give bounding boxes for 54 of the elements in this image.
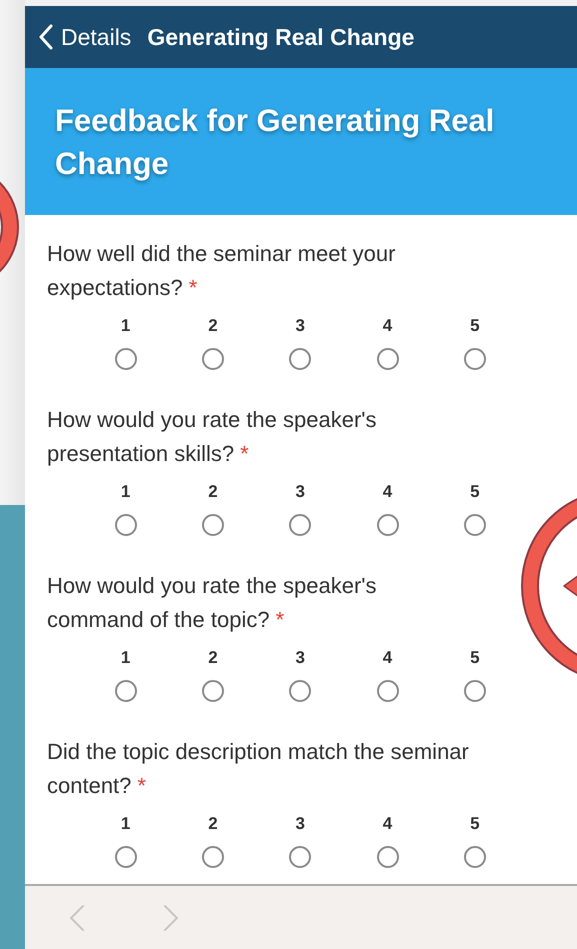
required-marker: * — [240, 441, 249, 466]
scale-label: 4 — [382, 316, 392, 336]
radio-button[interactable] — [464, 846, 486, 868]
radio-button[interactable] — [376, 680, 399, 702]
question-text: Did the topic description match the seminar content? * — [47, 738, 470, 800]
question-text: How would you rate the speaker's command of the topic? * — [47, 572, 378, 634]
back-button[interactable]: Details — [39, 24, 132, 50]
radio-button[interactable] — [376, 348, 399, 370]
question-text: How well did the seminar meet your expectations? * — [47, 240, 396, 302]
scale-label: 2 — [208, 648, 218, 668]
back-chevron-icon — [39, 24, 53, 50]
scale-label: 2 — [208, 316, 218, 336]
scale-label: 1 — [120, 316, 130, 336]
radio-button[interactable] — [114, 680, 137, 702]
radio-button[interactable] — [114, 348, 137, 370]
radio-button[interactable] — [289, 514, 312, 536]
radio-button[interactable] — [202, 514, 224, 536]
scale-label: 1 — [120, 814, 130, 834]
scale-label: 5 — [470, 316, 480, 336]
radio-button[interactable] — [114, 846, 137, 868]
radio-button[interactable] — [114, 514, 137, 536]
scale-label: 3 — [296, 814, 305, 834]
scale-label: 5 — [470, 648, 480, 668]
radio-button[interactable] — [202, 846, 224, 868]
radio-button[interactable] — [289, 846, 312, 868]
required-marker: * — [188, 275, 198, 300]
nav-title: Generating Real Change — [147, 24, 414, 50]
radio-button[interactable] — [202, 348, 224, 370]
scale-label: 3 — [296, 316, 305, 336]
required-marker: * — [276, 607, 284, 632]
scale-label: 1 — [120, 482, 130, 502]
scale-label: 2 — [208, 482, 218, 502]
left-chevron-icon — [69, 904, 85, 932]
radio-button[interactable] — [376, 846, 399, 868]
scale-label: 2 — [208, 814, 218, 834]
scale-label: 5 — [470, 814, 480, 834]
right-chevron-icon — [163, 904, 179, 932]
question-text: How would you rate the speaker's presentation skills? * — [47, 406, 378, 468]
radio-button[interactable] — [464, 514, 486, 536]
radio-button[interactable] — [376, 514, 399, 536]
radio-button[interactable] — [202, 680, 224, 702]
scale-label: 1 — [120, 648, 130, 668]
radio-button[interactable] — [289, 348, 312, 370]
radio-button[interactable] — [464, 348, 486, 370]
scale-label: 4 — [382, 814, 392, 834]
scale-label: 3 — [296, 648, 305, 668]
radio-button[interactable] — [289, 680, 312, 702]
scale-label: 5 — [470, 482, 480, 502]
radio-button[interactable] — [464, 680, 486, 702]
form-title: Feedback for Generating Real Change — [55, 102, 496, 183]
required-marker: * — [137, 773, 146, 798]
scale-label: 4 — [382, 648, 392, 668]
scale-label: 4 — [382, 482, 392, 502]
scale-label: 3 — [296, 482, 305, 502]
